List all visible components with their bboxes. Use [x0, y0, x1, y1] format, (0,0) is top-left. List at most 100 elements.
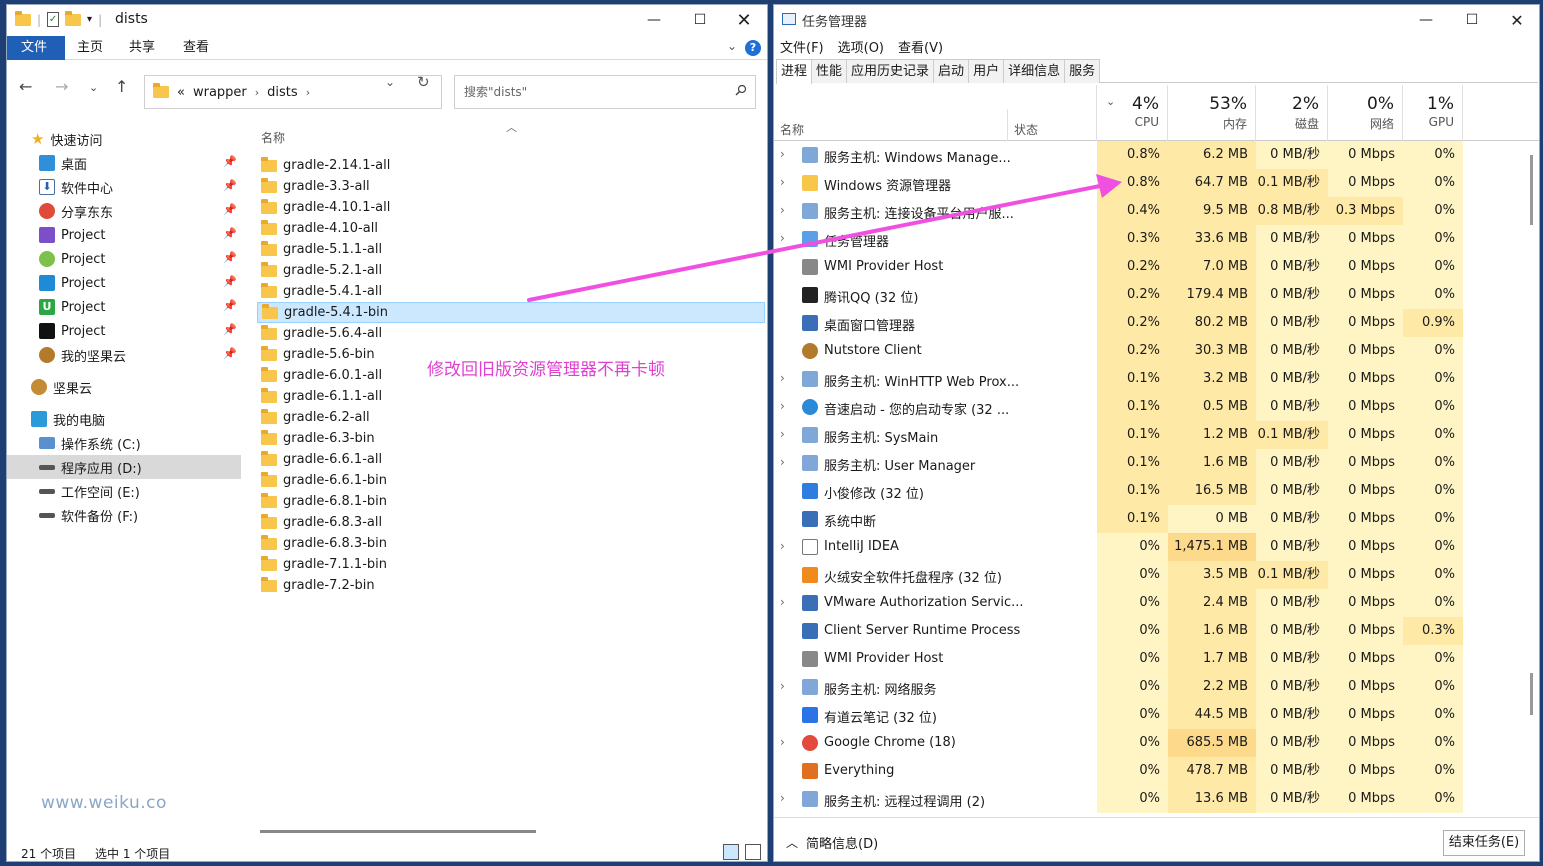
file-row[interactable]: gradle-4.10.1-all: [257, 197, 765, 218]
pin-icon[interactable]: 📌: [223, 347, 237, 360]
file-row[interactable]: gradle-6.8.3-all: [257, 512, 765, 533]
pin-icon[interactable]: 📌: [223, 227, 237, 240]
search-input[interactable]: 搜索"dists": [454, 75, 756, 109]
up-icon[interactable]: ↑: [115, 77, 128, 96]
pin-icon[interactable]: 📌: [223, 251, 237, 264]
file-row[interactable]: gradle-2.14.1-all: [257, 155, 765, 176]
process-row[interactable]: › Windows 资源管理器 0.8% 64.7 MB 0.1 MB/秒 0 Mbps 0…: [774, 169, 1539, 197]
nav-drive-e[interactable]: 工作空间 (E:): [7, 479, 241, 503]
process-row[interactable]: 火绒安全软件托盘程序 (32 位) 0% 3.5 MB 0.1 MB/秒 0 Mbps 0…: [774, 561, 1539, 589]
tab-details[interactable]: 详细信息: [1003, 59, 1066, 83]
process-row[interactable]: Everything 0% 478.7 MB 0 MB/秒 0 Mbps 0%: [774, 757, 1539, 785]
file-row[interactable]: gradle-3.3-all: [257, 176, 765, 197]
nav-nutstore[interactable]: 坚果云: [7, 375, 241, 399]
pin-icon[interactable]: 📌: [223, 323, 237, 336]
process-row[interactable]: Client Server Runtime Process 0% 1.6 MB 0 M…: [774, 617, 1539, 645]
process-row[interactable]: 小俊修改 (32 位) 0.1% 16.5 MB 0 MB/秒 0 Mbps 0%: [774, 477, 1539, 505]
pin-icon[interactable]: 📌: [223, 155, 237, 168]
back-icon[interactable]: ←: [19, 77, 32, 96]
tab-home[interactable]: 主页: [63, 36, 117, 60]
process-row[interactable]: › 服务主机: SysMain 0.1% 1.2 MB 0.1 MB/秒 0 Mbps 0%: [774, 421, 1539, 449]
process-row[interactable]: Nutstore Client 0.2% 30.3 MB 0 MB/秒 0 Mbps 0%: [774, 337, 1539, 365]
forward-icon[interactable]: →: [55, 77, 68, 96]
menu-file[interactable]: 文件(F): [780, 37, 824, 56]
file-row[interactable]: gradle-6.1.1-all: [257, 386, 765, 407]
column-header-name[interactable]: 名称: [261, 129, 285, 146]
maximize-button[interactable]: ☐: [677, 5, 723, 35]
menu-view[interactable]: 查看(V): [898, 37, 943, 56]
column-gpu[interactable]: 1% GPU: [1403, 85, 1463, 141]
tab-view[interactable]: 查看: [169, 36, 223, 60]
file-row[interactable]: gradle-6.8.3-bin: [257, 533, 765, 554]
pin-icon[interactable]: 📌: [223, 179, 237, 192]
process-row[interactable]: › 服务主机: User Manager 0.1% 1.6 MB 0 MB/秒 0 Mbp…: [774, 449, 1539, 477]
large-icons-view-icon[interactable]: [745, 844, 761, 860]
tab-app-history[interactable]: 应用历史记录: [846, 59, 935, 83]
process-row[interactable]: › 服务主机: 网络服务 0% 2.2 MB 0 MB/秒 0 Mbps 0%: [774, 673, 1539, 701]
nav-drive-d[interactable]: 程序应用 (D:): [7, 455, 241, 479]
expand-chevron-icon[interactable]: ›: [780, 455, 785, 469]
nav-project-intellij[interactable]: U Project 📌: [7, 295, 241, 319]
process-row[interactable]: › IntelliJ IDEA 0% 1,475.1 MB 0 MB/秒 0 Mbps 0%: [774, 533, 1539, 561]
process-row[interactable]: WMI Provider Host 0.2% 7.0 MB 0 MB/秒 0 Mbps 0…: [774, 253, 1539, 281]
column-status[interactable]: 状态: [1014, 121, 1038, 138]
process-row[interactable]: 腾讯QQ (32 位) 0.2% 179.4 MB 0 MB/秒 0 Mbps 0%: [774, 281, 1539, 309]
process-row[interactable]: › 服务主机: WinHTTP Web Prox... 0.1% 3.2 MB 0 MB…: [774, 365, 1539, 393]
address-bar[interactable]: « wrapper › dists ›: [144, 75, 442, 109]
nav-my-nutstore[interactable]: 我的坚果云 📌: [7, 343, 241, 367]
process-row[interactable]: › 服务主机: 连接设备平台用户服... 0.4% 9.5 MB 0.8 MB/秒 0.3…: [774, 197, 1539, 225]
refresh-icon[interactable]: ↻: [417, 73, 430, 91]
pin-icon[interactable]: 📌: [223, 275, 237, 288]
nav-desktop[interactable]: 桌面 📌: [7, 151, 241, 175]
expand-chevron-icon[interactable]: ›: [780, 147, 785, 161]
ribbon-expand-icon[interactable]: ⌄: [727, 39, 737, 53]
tab-share[interactable]: 共享: [115, 36, 169, 60]
process-row[interactable]: › 服务主机: Windows Manage... 0.8% 6.2 MB 0 MB/秒…: [774, 141, 1539, 169]
quick-access-dropdown-icon[interactable]: ▾: [87, 14, 92, 25]
file-row[interactable]: gradle-6.8.1-bin: [257, 491, 765, 512]
nav-software-center[interactable]: ⬇ 软件中心 📌: [7, 175, 241, 199]
vertical-scrollbar[interactable]: [1530, 155, 1533, 225]
close-button[interactable]: ✕: [721, 5, 767, 35]
chevron-right-icon[interactable]: ›: [255, 86, 259, 99]
end-task-button[interactable]: 结束任务(E): [1443, 830, 1525, 856]
column-cpu[interactable]: 4% CPU: [1097, 85, 1168, 141]
help-icon[interactable]: ?: [745, 40, 761, 56]
nav-project-android[interactable]: Project 📌: [7, 247, 241, 271]
menu-options[interactable]: 选项(O): [838, 37, 884, 56]
expand-chevron-icon[interactable]: ›: [780, 595, 785, 609]
nav-drive-c[interactable]: 操作系统 (C:): [7, 431, 241, 455]
nav-share[interactable]: 分享东东 📌: [7, 199, 241, 223]
expand-chevron-icon[interactable]: ›: [780, 399, 785, 413]
tab-processes[interactable]: 进程: [776, 59, 813, 84]
minimize-button[interactable]: —: [1403, 5, 1449, 35]
file-row[interactable]: gradle-6.3-bin: [257, 428, 765, 449]
nav-project-jetbrains[interactable]: Project 📌: [7, 319, 241, 343]
chevron-right-icon[interactable]: ›: [306, 86, 310, 99]
address-overflow[interactable]: «: [177, 85, 185, 100]
process-row[interactable]: WMI Provider Host 0% 1.7 MB 0 MB/秒 0 Mbps 0%: [774, 645, 1539, 673]
file-row[interactable]: gradle-6.6.1-all: [257, 449, 765, 470]
column-name[interactable]: 名称: [780, 121, 804, 138]
expand-chevron-icon[interactable]: ›: [780, 231, 785, 245]
nav-quick-access[interactable]: ★ 快速访问: [31, 127, 241, 151]
column-memory[interactable]: 53% 内存: [1168, 85, 1256, 141]
column-disk[interactable]: 2% 磁盘: [1256, 85, 1328, 141]
process-row[interactable]: › 服务主机: 远程过程调用 (2) 0% 13.6 MB 0 MB/秒 0 Mbps 0%: [774, 785, 1539, 813]
file-row[interactable]: gradle-7.2-bin: [257, 575, 765, 596]
process-row[interactable]: 有道云笔记 (32 位) 0% 44.5 MB 0 MB/秒 0 Mbps 0%: [774, 701, 1539, 729]
close-button[interactable]: ✕: [1494, 5, 1539, 35]
file-row[interactable]: gradle-5.4.1-all: [257, 281, 765, 302]
pin-icon[interactable]: 📌: [223, 203, 237, 216]
expand-chevron-icon[interactable]: ›: [780, 791, 785, 805]
nav-project-vscode[interactable]: Project 📌: [7, 271, 241, 295]
process-row[interactable]: › 任务管理器 0.3% 33.6 MB 0 MB/秒 0 Mbps 0%: [774, 225, 1539, 253]
vertical-scrollbar-thumb[interactable]: [1530, 673, 1533, 715]
file-row[interactable]: gradle-4.10-all: [257, 218, 765, 239]
fewer-details-button[interactable]: ︿ 简略信息(D): [786, 833, 878, 852]
expand-chevron-icon[interactable]: ›: [780, 679, 785, 693]
file-row[interactable]: gradle-6.6.1-bin: [257, 470, 765, 491]
file-row[interactable]: gradle-5.1.1-all: [257, 239, 765, 260]
horizontal-scrollbar[interactable]: [260, 830, 536, 833]
expand-chevron-icon[interactable]: ›: [780, 539, 785, 553]
